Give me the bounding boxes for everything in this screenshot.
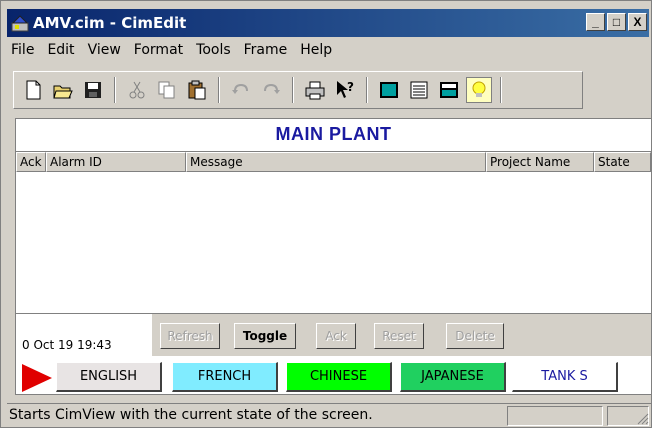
toggle-button[interactable]: Toggle <box>234 323 296 349</box>
close-button[interactable]: X <box>628 13 647 31</box>
delete-button[interactable]: Delete <box>446 323 504 349</box>
play-arrow-icon <box>22 364 52 392</box>
alarm-table-header: Ack Alarm ID Message Project Name State <box>16 152 651 172</box>
menu-tools[interactable]: Tools <box>196 42 231 58</box>
plant-title: MAIN PLANT <box>275 124 392 144</box>
menu-view[interactable]: View <box>88 42 121 58</box>
french-button[interactable]: FRENCH <box>172 362 278 392</box>
save-disk-icon[interactable] <box>80 77 106 103</box>
alarm-table: Ack Alarm ID Message Project Name State <box>16 151 651 314</box>
alarm-button-panel: Refresh Toggle Ack Reset Delete <box>152 314 651 356</box>
toolbar-separator <box>218 77 220 103</box>
language-row: ENGLISH FRENCH CHINESE JAPANESE TANK S <box>16 356 651 394</box>
status-text: Starts CimView with the current state of… <box>9 407 373 423</box>
tanks-button[interactable]: TANK S <box>512 362 618 392</box>
window-title: AMV.cim - CimEdit <box>33 14 187 32</box>
menu-help[interactable]: Help <box>300 42 332 58</box>
copy-icon[interactable] <box>154 77 180 103</box>
menu-bar: File Edit View Format Tools Frame Help <box>7 39 341 61</box>
new-file-icon[interactable] <box>20 77 46 103</box>
status-pane <box>507 406 603 426</box>
toolbar-separator <box>366 77 368 103</box>
screen-icon[interactable] <box>376 77 402 103</box>
column-ack[interactable]: Ack <box>16 152 46 172</box>
toolbar-separator <box>292 77 294 103</box>
undo-icon[interactable] <box>228 77 254 103</box>
print-icon[interactable] <box>302 77 328 103</box>
alarm-controls: 0 Oct 19 19:43 Refresh Toggle Ack Reset … <box>16 314 651 356</box>
toolbar: ? <box>13 71 583 109</box>
column-project-name[interactable]: Project Name <box>486 152 594 172</box>
run-cimview-icon[interactable] <box>436 77 462 103</box>
cut-icon[interactable] <box>124 77 150 103</box>
resize-grip-icon[interactable] <box>635 411 649 425</box>
menu-format[interactable]: Format <box>134 42 183 58</box>
chinese-button[interactable]: CHINESE <box>286 362 392 392</box>
list-icon[interactable] <box>406 77 432 103</box>
ack-button[interactable]: Ack <box>316 323 356 349</box>
svg-text:?: ? <box>347 80 354 94</box>
refresh-button[interactable]: Refresh <box>160 323 220 349</box>
toolbar-separator <box>500 77 502 103</box>
japanese-button[interactable]: JAPANESE <box>400 362 506 392</box>
screen-content: MAIN PLANT Ack Alarm ID Message Project … <box>15 118 652 395</box>
context-help-icon[interactable]: ? <box>332 77 358 103</box>
paste-icon[interactable] <box>184 77 210 103</box>
menu-file[interactable]: File <box>11 42 34 58</box>
english-button[interactable]: ENGLISH <box>56 362 162 392</box>
menu-frame[interactable]: Frame <box>244 42 288 58</box>
column-alarm-id[interactable]: Alarm ID <box>46 152 186 172</box>
maximize-button[interactable]: □ <box>607 13 626 31</box>
minimize-button[interactable]: _ <box>586 13 605 31</box>
column-state[interactable]: State <box>594 152 651 172</box>
menu-edit[interactable]: Edit <box>47 42 74 58</box>
status-bar: Starts CimView with the current state of… <box>7 403 651 427</box>
lightbulb-icon[interactable] <box>466 77 492 103</box>
toolbar-separator <box>114 77 116 103</box>
open-folder-icon[interactable] <box>50 77 76 103</box>
alarm-date: 0 Oct 19 19:43 <box>22 338 112 352</box>
redo-icon[interactable] <box>258 77 284 103</box>
cimedit-app-icon <box>11 15 29 32</box>
title-bar[interactable]: AMV.cim - CimEdit _ □ X <box>7 9 649 37</box>
column-message[interactable]: Message <box>186 152 486 172</box>
reset-button[interactable]: Reset <box>374 323 424 349</box>
app-window: AMV.cim - CimEdit _ □ X File Edit View F… <box>0 0 652 428</box>
